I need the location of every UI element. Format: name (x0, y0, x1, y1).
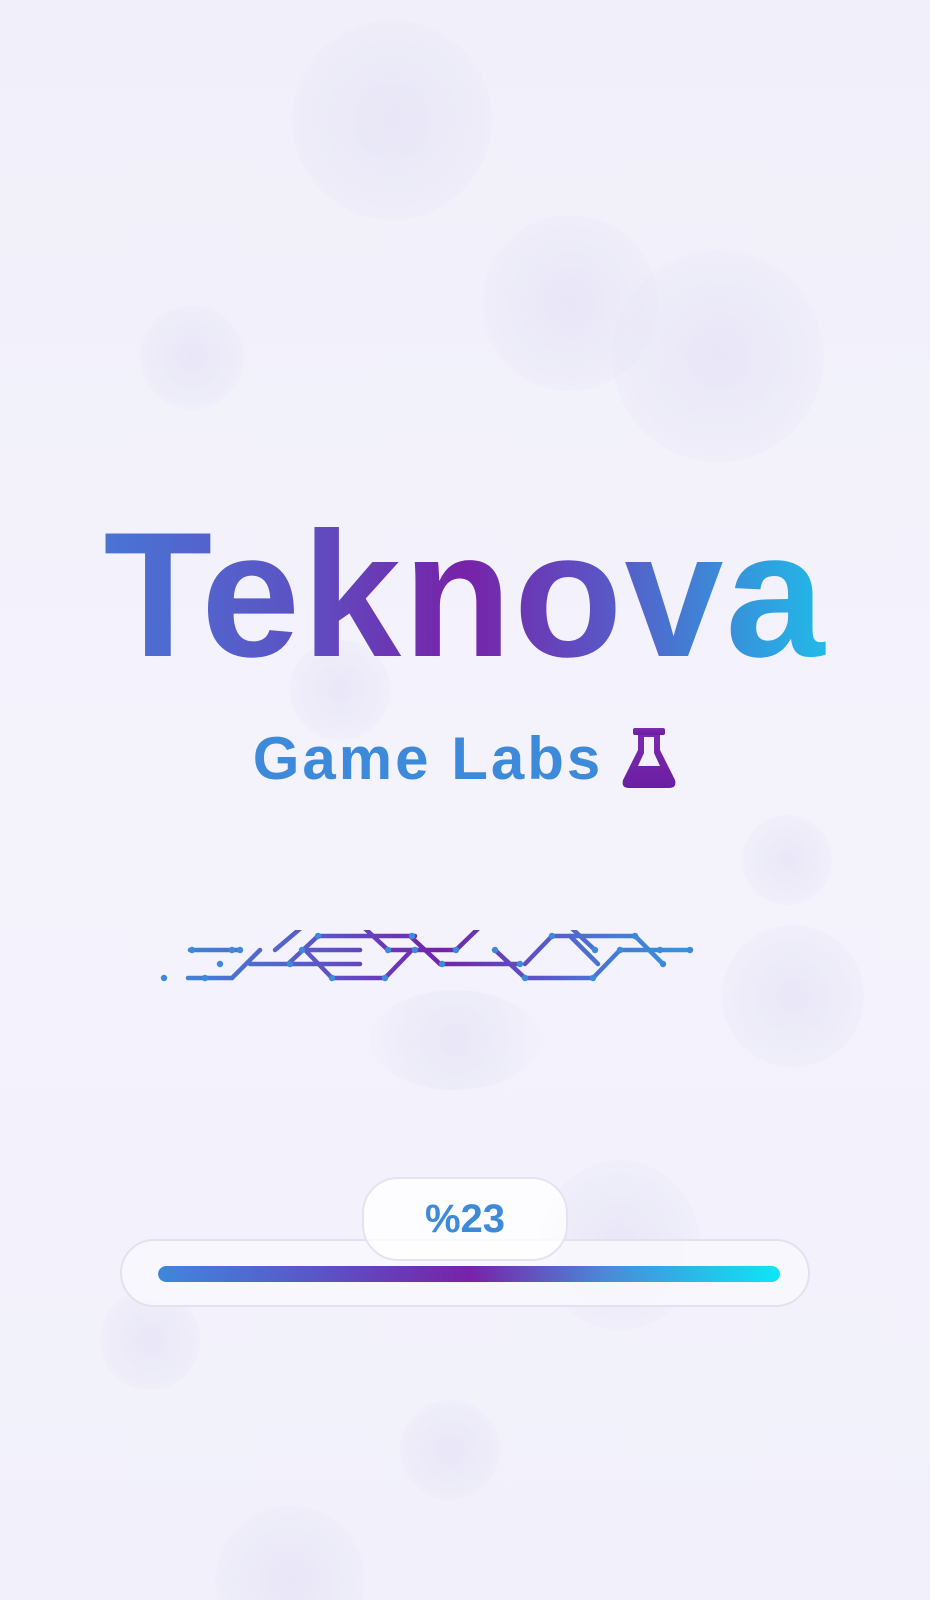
background-bubble (140, 305, 244, 409)
progress-percentage-badge: %23 (362, 1177, 568, 1261)
background-bubble (215, 1505, 365, 1600)
app-title: Teknova (0, 505, 930, 685)
splash-screen: Teknova Game Labs %23 (0, 0, 930, 1600)
background-bubble (722, 925, 864, 1067)
subtitle-row: Game Labs (0, 724, 930, 794)
background-bubble (612, 250, 824, 462)
background-bubble (400, 1400, 500, 1500)
background-bubble (742, 815, 832, 905)
progress-bar-fill (158, 1266, 780, 1282)
progress-bar (158, 1266, 780, 1282)
background-bubble (292, 20, 492, 220)
flask-icon (621, 728, 677, 790)
loading-network-animation (160, 918, 720, 1010)
studio-name: Game Labs (252, 725, 604, 792)
